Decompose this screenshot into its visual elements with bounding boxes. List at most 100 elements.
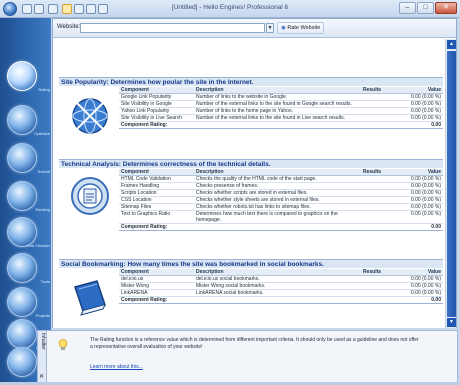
component-cell: LinkARENA bbox=[119, 289, 194, 297]
section-site-popularity: Site Popularity: Determines how poular t… bbox=[59, 77, 443, 134]
sidebar-item-rating[interactable]: Rating bbox=[4, 60, 50, 96]
table-row[interactable]: Site Visibility in Live Search Number of … bbox=[119, 114, 443, 122]
results-cell bbox=[361, 275, 395, 283]
window-title: [Untitled] - Hello Engines! Professional… bbox=[171, 4, 289, 11]
table-row[interactable]: Sitemap Files Checks whether robots.txt h… bbox=[119, 203, 443, 211]
new-file-icon[interactable] bbox=[48, 4, 58, 14]
value-cell: 0.00 (0.00 %) bbox=[395, 175, 443, 183]
results-cell bbox=[361, 210, 395, 224]
component-rating-label: Component Rating: bbox=[119, 121, 361, 129]
learn-more-link[interactable]: Learn more about this... bbox=[90, 364, 143, 370]
results-cell bbox=[361, 196, 395, 204]
title-bar: [Untitled] - Hello Engines! Professional… bbox=[0, 0, 460, 18]
table-row[interactable]: Mister Wong Mister Wong social bookmarks.… bbox=[119, 282, 443, 290]
minimize-button[interactable]: – bbox=[399, 2, 416, 14]
results-cell bbox=[361, 175, 395, 183]
table-row[interactable]: Scripts Location Checks whether scripts a… bbox=[119, 189, 443, 197]
component-cell: Mister Wong bbox=[119, 282, 194, 290]
results-cell bbox=[361, 100, 395, 108]
component-cell: Yahoo Link Popularity bbox=[119, 107, 194, 115]
component-rating-label: Component Rating: bbox=[119, 296, 361, 304]
table-row[interactable]: LinkARENA LinkARENA social bookmarks. 0.00… bbox=[119, 289, 443, 297]
description-cell: Checks whether scripts are stored in ext… bbox=[194, 189, 361, 197]
lightbulb-icon bbox=[58, 339, 68, 350]
website-toolbar: Website: ▼ ◉ Rate Website bbox=[53, 19, 456, 38]
back-icon[interactable] bbox=[22, 4, 32, 14]
table-row[interactable]: Text to Graphics Ratio Determines how muc… bbox=[119, 210, 443, 224]
popularity-globe-icon bbox=[72, 98, 108, 134]
description-cell: Mister Wong social bookmarks. bbox=[194, 282, 361, 290]
print-icon[interactable] bbox=[86, 4, 96, 14]
component-cell: HTML Code Validation bbox=[119, 175, 194, 183]
website-dropdown-button[interactable]: ▼ bbox=[266, 23, 274, 33]
sidebar-item-projects[interactable]: Projects bbox=[4, 286, 50, 322]
results-cell bbox=[361, 107, 395, 115]
section-title: Social Bookmarking: How many times the s… bbox=[59, 259, 443, 268]
forward-icon[interactable] bbox=[34, 4, 44, 14]
close-button[interactable]: ✕ bbox=[435, 2, 457, 14]
scroll-up-icon[interactable]: ▲ bbox=[447, 40, 456, 49]
results-cell bbox=[361, 93, 395, 101]
rate-website-button[interactable]: ◉ Rate Website bbox=[277, 22, 325, 34]
close-icon[interactable]: ✕ bbox=[39, 373, 44, 380]
rate-website-label: Rate Website bbox=[287, 25, 321, 31]
results-cell bbox=[361, 114, 395, 122]
section-title: Site Popularity: Determines how poular t… bbox=[59, 77, 443, 86]
component-cell: Site Visibility in Live Search bbox=[119, 114, 194, 122]
maximize-button[interactable]: □ bbox=[417, 2, 434, 14]
value-cell: 0.00 (0.00 %) bbox=[395, 275, 443, 283]
app-menu-button[interactable] bbox=[3, 2, 17, 16]
criteria-table: Component Description Results Value HTML Co… bbox=[119, 169, 443, 231]
table-row[interactable]: CSS Location Checks whether style sheets … bbox=[119, 196, 443, 204]
component-cell: Google Link Popularity bbox=[119, 93, 194, 101]
sidebar-item-label: Rating bbox=[38, 87, 50, 92]
scroll-thumb[interactable] bbox=[447, 51, 456, 317]
vertical-scrollbar[interactable]: ▲ ▼ bbox=[445, 39, 456, 328]
description-cell: Checks whether robots.txt has links to s… bbox=[194, 203, 361, 211]
criteria-table: Component Description Results Value Google … bbox=[119, 87, 443, 129]
value-cell: 0.00 (0.00 %) bbox=[395, 210, 443, 224]
component-rating-row: Component Rating: 0.00 bbox=[119, 121, 443, 129]
table-row[interactable]: Google Link Popularity Number of links to… bbox=[119, 93, 443, 101]
info-text: The Rating function is a reference value… bbox=[90, 337, 419, 350]
description-cell: del.icio.us social bookmarks. bbox=[194, 275, 361, 283]
sidebar-item-ranking[interactable]: Ranking bbox=[4, 180, 50, 216]
section-social-bookmarking: Social Bookmarking: How many times the s… bbox=[59, 259, 443, 316]
table-row[interactable]: HTML Code Validation Checks the quality o… bbox=[119, 175, 443, 183]
website-input[interactable] bbox=[80, 23, 265, 33]
sidebar-item-submit[interactable]: Submit bbox=[4, 142, 50, 178]
table-row[interactable]: Frames Handling Checks presense of frames… bbox=[119, 182, 443, 190]
results-cell bbox=[361, 203, 395, 211]
results-cell bbox=[361, 182, 395, 190]
bookmark-book-icon bbox=[74, 280, 106, 316]
info-panel-tab-label: Inhalter bbox=[40, 333, 46, 350]
sidebar-item-label: Link Checker bbox=[26, 243, 50, 248]
sidebar-item-optimize[interactable]: Optimize bbox=[4, 104, 50, 140]
sidebar-item-link-checker[interactable]: Link Checker bbox=[4, 216, 50, 252]
value-cell: 0.00 (0.00 %) bbox=[395, 182, 443, 190]
value-cell: 0.00 (0.00 %) bbox=[395, 203, 443, 211]
criteria-table: Component Description Results Value del.ici… bbox=[119, 269, 443, 304]
scroll-down-icon[interactable]: ▼ bbox=[447, 318, 456, 327]
info-panel-tab[interactable]: Inhalter ✕ bbox=[38, 331, 47, 382]
description-cell: Number of the external links to the site… bbox=[194, 114, 361, 122]
globe-icon: ◉ bbox=[281, 25, 286, 31]
sidebar-item-label: Tools bbox=[40, 279, 50, 284]
sidebar-item-label: Optimize bbox=[34, 131, 50, 136]
open-folder-icon[interactable] bbox=[62, 4, 72, 14]
table-row[interactable]: Site Visibility in Google Number of the e… bbox=[119, 100, 443, 108]
results-cell bbox=[361, 282, 395, 290]
component-cell: Text to Graphics Ratio bbox=[119, 210, 194, 224]
value-cell: 0.00 (0.00 %) bbox=[395, 282, 443, 290]
save-icon[interactable] bbox=[74, 4, 84, 14]
value-cell: 0.00 (0.00 %) bbox=[395, 114, 443, 122]
table-row[interactable]: del.icio.us del.icio.us social bookmarks.… bbox=[119, 275, 443, 283]
value-cell: 0.00 (0.00 %) bbox=[395, 107, 443, 115]
component-rating-label: Component Rating: bbox=[119, 223, 361, 231]
value-cell: 0.00 (0.00 %) bbox=[395, 196, 443, 204]
sidebar-item-tools[interactable]: Tools bbox=[4, 252, 50, 288]
dropdown-icon[interactable] bbox=[98, 4, 108, 14]
section-technical-analysis: Technical Analysis: Determines correctne… bbox=[59, 159, 443, 231]
table-row[interactable]: Yahoo Link Popularity Number of links to … bbox=[119, 107, 443, 115]
description-cell: Checks presense of frames. bbox=[194, 182, 361, 190]
